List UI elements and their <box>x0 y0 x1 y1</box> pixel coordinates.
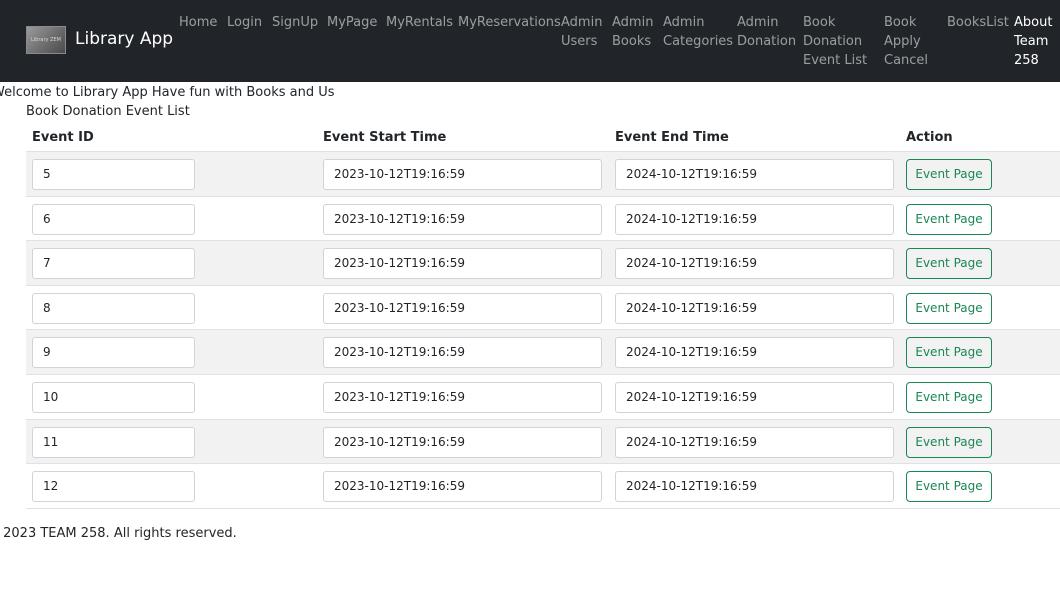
table-header-row: Event ID Event Start Time Event End Time… <box>26 124 1060 152</box>
nav-link-label: Donation <box>737 34 797 49</box>
nav-link-label: Book <box>803 15 836 30</box>
event-page-button[interactable]: Event Page <box>906 471 992 503</box>
nav-link-admin-donation[interactable]: Admin Donation <box>737 13 796 51</box>
event-id-field[interactable]: 12 <box>32 471 195 503</box>
nav-link-admin-books[interactable]: Admin Books <box>612 13 653 51</box>
nav-link-label: SignUp <box>272 15 319 30</box>
nav-link-myreservations[interactable]: MyReservations <box>458 13 561 32</box>
nav-link-label: Users <box>561 34 598 49</box>
nav-link-label: 258 <box>1014 53 1039 68</box>
table-row: 6 2023-10-12T19:16:59 2024-10-12T19:16:5… <box>26 197 1060 242</box>
table-row: 10 2023-10-12T19:16:59 2024-10-12T19:16:… <box>26 375 1060 420</box>
logo-text: Library ZEM <box>31 37 61 43</box>
nav-link-myrentals[interactable]: MyRentals <box>386 13 453 32</box>
nav-link-admin-categories[interactable]: Admin Categories <box>663 13 733 51</box>
event-page-button[interactable]: Event Page <box>906 292 992 324</box>
nav-link-label: Team <box>1014 34 1049 49</box>
event-page-button[interactable]: Event Page <box>906 203 992 235</box>
table-row: 5 2023-10-12T19:16:59 2024-10-12T19:16:5… <box>26 152 1060 197</box>
event-page-button[interactable]: Event Page <box>906 248 992 280</box>
welcome-message: Welcome to Library App Have fun with Boo… <box>0 85 335 100</box>
column-header-end-time: Event End Time <box>615 130 729 145</box>
table-row: 7 2023-10-12T19:16:59 2024-10-12T19:16:5… <box>26 241 1060 286</box>
event-start-field[interactable]: 2023-10-12T19:16:59 <box>323 471 602 503</box>
nav-link-label: MyReservations <box>458 15 561 30</box>
nav-link-label: BooksList <box>947 15 1009 30</box>
nav-link-admin-users[interactable]: Admin Users <box>561 13 602 51</box>
nav-link-label: About <box>1014 15 1053 30</box>
event-start-field[interactable]: 2023-10-12T19:16:59 <box>323 292 602 324</box>
event-table: Event ID Event Start Time Event End Time… <box>26 124 1060 509</box>
library-logo-image[interactable]: Library ZEM <box>26 26 66 54</box>
nav-link-home[interactable]: Home <box>179 13 217 32</box>
nav-link-label: Home <box>179 15 218 30</box>
nav-link-label: Admin <box>612 15 654 30</box>
brand-link[interactable]: Library App <box>75 28 173 50</box>
nav-link-label: Donation <box>803 34 863 49</box>
column-header-start-time: Event Start Time <box>323 130 447 145</box>
event-end-field[interactable]: 2024-10-12T19:16:59 <box>615 248 894 280</box>
event-id-field[interactable]: 6 <box>32 203 195 235</box>
nav-link-label: Event List <box>803 53 868 68</box>
table-row: 9 2023-10-12T19:16:59 2024-10-12T19:16:5… <box>26 330 1060 375</box>
nav-link-label: MyPage <box>327 15 378 30</box>
nav-link-label: Admin <box>663 15 705 30</box>
nav-link-label: Login <box>227 15 263 30</box>
nav-link-label: Cancel <box>884 53 929 68</box>
event-start-field[interactable]: 2023-10-12T19:16:59 <box>323 337 602 369</box>
nav-link-book-apply-cancel[interactable]: Book Apply Cancel <box>884 13 928 70</box>
event-page-button[interactable]: Event Page <box>906 381 992 413</box>
column-header-event-id: Event ID <box>32 130 94 145</box>
event-id-field[interactable]: 10 <box>32 381 195 413</box>
nav-link-bookslist[interactable]: BooksList <box>947 13 1009 32</box>
event-id-field[interactable]: 5 <box>32 159 195 190</box>
nav-link-book-donation-event-list[interactable]: Book Donation Event List <box>803 13 867 70</box>
page-title: Book Donation Event List <box>26 104 190 119</box>
event-end-field[interactable]: 2024-10-12T19:16:59 <box>615 203 894 235</box>
navbar: Library ZEM Library App Home Login SignU… <box>0 0 1060 82</box>
event-start-field[interactable]: 2023-10-12T19:16:59 <box>323 426 602 458</box>
table-row: 12 2023-10-12T19:16:59 2024-10-12T19:16:… <box>26 464 1060 509</box>
event-start-field[interactable]: 2023-10-12T19:16:59 <box>323 248 602 280</box>
event-start-field[interactable]: 2023-10-12T19:16:59 <box>323 159 602 190</box>
nav-link-label: MyRentals <box>386 15 454 30</box>
nav-link-about-team[interactable]: About Team 258 <box>1014 13 1052 70</box>
event-start-field[interactable]: 2023-10-12T19:16:59 <box>323 381 602 413</box>
nav-link-signup[interactable]: SignUp <box>272 13 318 32</box>
table-row: 11 2023-10-12T19:16:59 2024-10-12T19:16:… <box>26 419 1060 465</box>
nav-link-label: Admin <box>737 15 779 30</box>
event-id-field[interactable]: 11 <box>32 426 195 458</box>
event-end-field[interactable]: 2024-10-12T19:16:59 <box>615 471 894 503</box>
nav-link-label: Books <box>612 34 652 49</box>
footer-copyright: © 2023 TEAM 258. All rights reserved. <box>0 526 237 541</box>
event-page-button[interactable]: Event Page <box>906 337 992 369</box>
nav-link-label: Categories <box>663 34 734 49</box>
nav-link-label: Book <box>884 15 917 30</box>
event-end-field[interactable]: 2024-10-12T19:16:59 <box>615 337 894 369</box>
event-end-field[interactable]: 2024-10-12T19:16:59 <box>615 292 894 324</box>
event-id-field[interactable]: 9 <box>32 337 195 369</box>
event-page-button[interactable]: Event Page <box>906 159 992 190</box>
nav-link-label: Apply <box>884 34 921 49</box>
nav-link-login[interactable]: Login <box>227 13 262 32</box>
nav-link-label: Admin <box>561 15 603 30</box>
event-page-button[interactable]: Event Page <box>906 426 992 458</box>
column-header-action: Action <box>906 130 953 145</box>
nav-link-mypage[interactable]: MyPage <box>327 13 377 32</box>
event-end-field[interactable]: 2024-10-12T19:16:59 <box>615 159 894 190</box>
table-row: 8 2023-10-12T19:16:59 2024-10-12T19:16:5… <box>26 286 1060 331</box>
event-id-field[interactable]: 8 <box>32 292 195 324</box>
event-id-field[interactable]: 7 <box>32 248 195 280</box>
event-end-field[interactable]: 2024-10-12T19:16:59 <box>615 381 894 413</box>
event-end-field[interactable]: 2024-10-12T19:16:59 <box>615 426 894 458</box>
event-start-field[interactable]: 2023-10-12T19:16:59 <box>323 203 602 235</box>
